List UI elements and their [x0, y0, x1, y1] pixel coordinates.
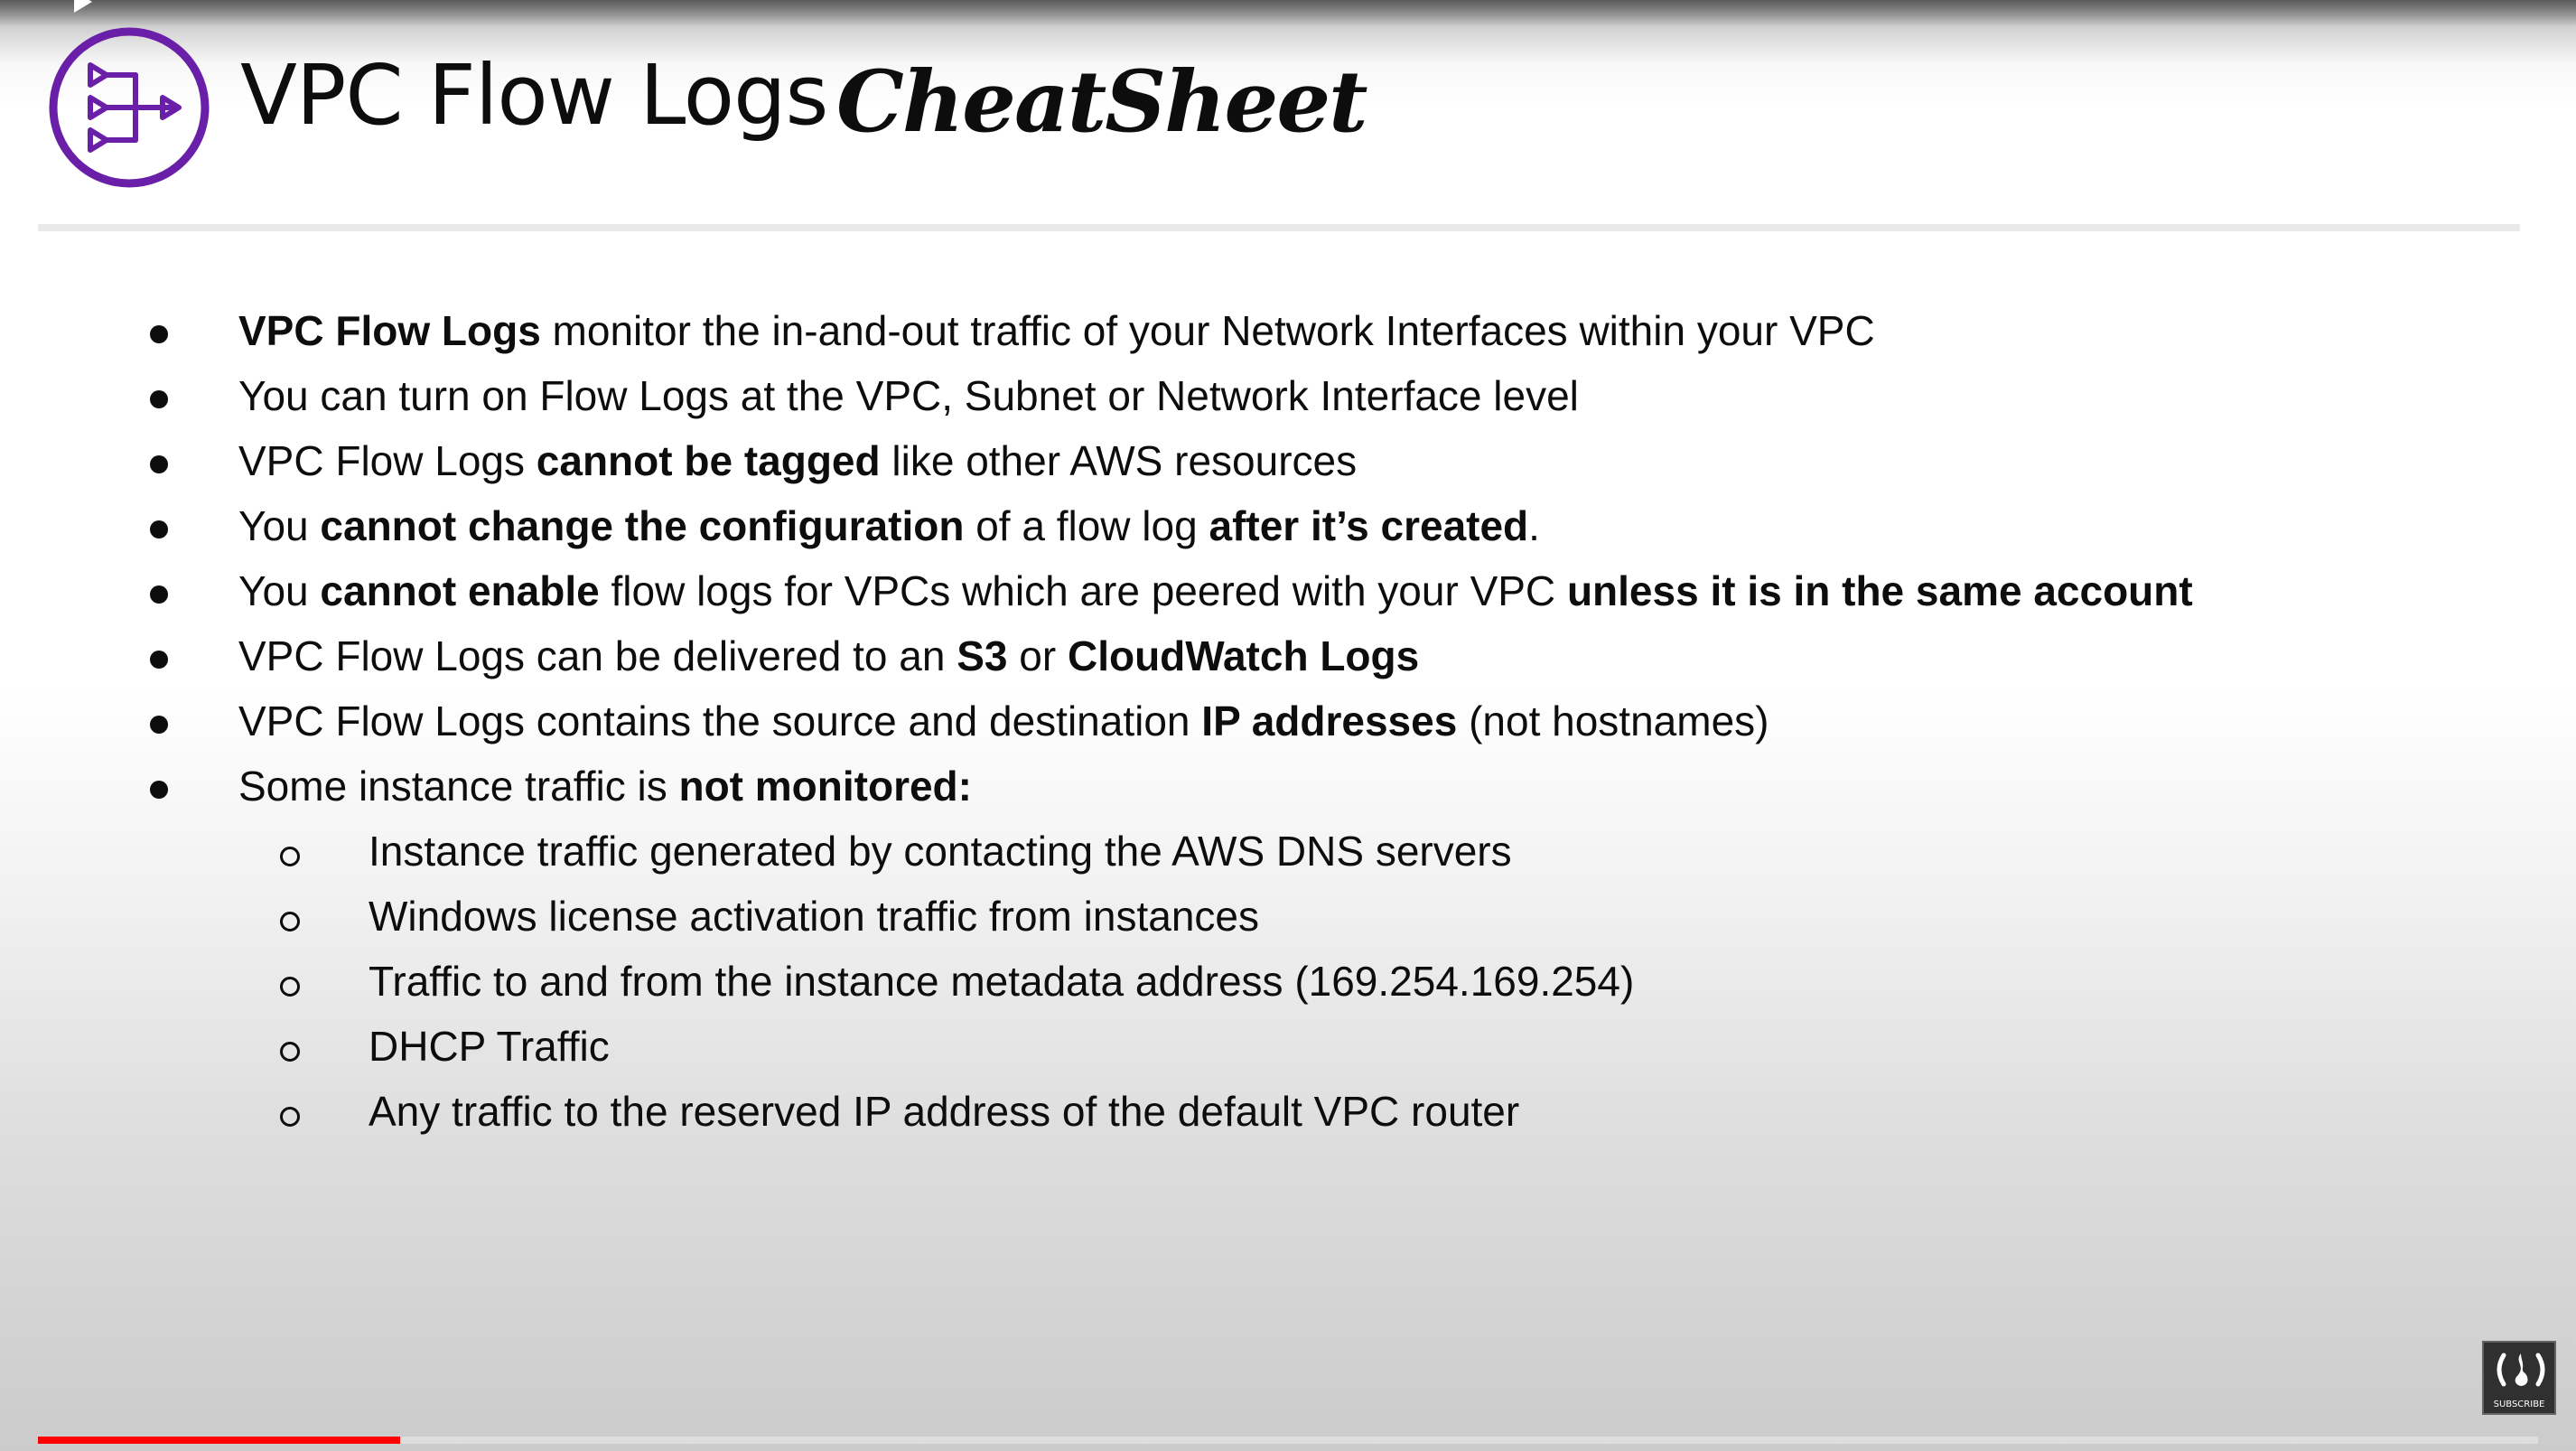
bullet-text-segment: VPC Flow Logs contains the source and de… — [238, 697, 1202, 744]
bullet-text-segment: Instance traffic generated by contacting… — [369, 828, 1512, 875]
bullet-text-segment: VPC Flow Logs — [238, 437, 537, 484]
bullet-item: You can turn on Flow Logs at the VPC, Su… — [0, 363, 2576, 428]
bullet-dot-icon — [150, 781, 168, 799]
bullet-circle-icon — [280, 1042, 300, 1062]
flow-logs-icon — [49, 27, 210, 188]
bullet-dot-icon — [150, 716, 168, 734]
bullet-text-bold: unless it is in the same account — [1566, 567, 2193, 614]
bullet-text: Some instance traffic is not monitored: — [238, 759, 972, 813]
sub-bullet-item: Any traffic to the reserved IP address o… — [0, 1079, 2576, 1144]
bullet-circle-icon — [280, 1107, 300, 1127]
sub-bullet-item: Windows license activation traffic from … — [0, 884, 2576, 949]
bullet-circle-icon — [280, 847, 300, 866]
bullet-text: You can turn on Flow Logs at the VPC, Su… — [238, 369, 1579, 423]
bullet-text: Windows license activation traffic from … — [369, 889, 1259, 943]
bullet-text: VPC Flow Logs contains the source and de… — [238, 694, 1769, 748]
video-progress-track[interactable] — [38, 1437, 2538, 1444]
bullet-text-segment: Windows license activation traffic from … — [369, 893, 1259, 940]
bullet-text-segment: You — [238, 502, 321, 549]
bullet-text: VPC Flow Logs monitor the in-and-out tra… — [238, 304, 1875, 358]
bullet-circle-icon — [280, 912, 300, 931]
bullet-text: Traffic to and from the instance metadat… — [369, 954, 1634, 1008]
sub-bullet-item: Instance traffic generated by contacting… — [0, 819, 2576, 884]
bullet-text-bold: S3 — [957, 632, 1008, 679]
bullet-dot-icon — [150, 390, 168, 408]
bullet-text-segment: like other AWS resources — [880, 437, 1358, 484]
slide-title-script: CheatSheet — [836, 52, 1368, 152]
bullet-text-segment: monitor the in-and-out traffic of your N… — [540, 307, 1875, 354]
bullet-text-bold: cannot enable — [320, 567, 600, 614]
bullet-text-segment: Traffic to and from the instance metadat… — [369, 958, 1635, 1005]
bullet-text: VPC Flow Logs can be delivered to an S3 … — [238, 629, 1419, 683]
bullet-item: VPC Flow Logs contains the source and de… — [0, 688, 2576, 754]
bullet-item: Some instance traffic is not monitored: — [0, 754, 2576, 819]
bullet-text-segment: Some instance traffic is — [238, 763, 679, 810]
freecodecamp-icon — [2497, 1353, 2545, 1387]
bullet-item: You cannot enable flow logs for VPCs whi… — [0, 558, 2576, 623]
bullet-text-bold: VPC Flow Logs — [238, 307, 541, 354]
subscribe-label: SUBSCRIBE — [2493, 1400, 2545, 1409]
bullet-dot-icon — [150, 325, 168, 343]
channel-watermark[interactable]: SUBSCRIBE — [2482, 1341, 2556, 1415]
bullet-item: You cannot change the configuration of a… — [0, 493, 2576, 558]
bullet-text: DHCP Traffic — [369, 1019, 610, 1073]
slide-title: VPC Flow Logs — [240, 47, 828, 144]
bullet-text-bold: after it’s created — [1209, 502, 1529, 549]
sub-bullet-item: DHCP Traffic — [0, 1014, 2576, 1079]
bullet-text-segment: You can turn on Flow Logs at the VPC, Su… — [238, 372, 1579, 419]
bullet-text: Instance traffic generated by contacting… — [369, 824, 1512, 878]
bullet-text-bold: IP addresses — [1201, 697, 1458, 744]
bullet-text: Any traffic to the reserved IP address o… — [369, 1084, 1519, 1138]
bullet-text-bold: cannot be tagged — [536, 437, 881, 484]
bullet-text-segment: Any traffic to the reserved IP address o… — [369, 1088, 1520, 1135]
bullet-text-segment: You — [238, 567, 321, 614]
bullet-dot-icon — [150, 520, 168, 538]
bullet-text-bold: CloudWatch Logs — [1067, 632, 1420, 679]
bullet-text-segment: DHCP Traffic — [369, 1023, 610, 1070]
slide-header: VPC Flow Logs CheatSheet — [0, 0, 2576, 226]
bullet-text-segment: or — [1007, 632, 1068, 679]
bullet-dot-icon — [150, 455, 168, 473]
bullet-item: VPC Flow Logs monitor the in-and-out tra… — [0, 298, 2576, 363]
bullet-dot-icon — [150, 585, 168, 604]
bullet-text-bold: not monitored: — [678, 763, 972, 810]
bullet-item: VPC Flow Logs can be delivered to an S3 … — [0, 623, 2576, 688]
bullet-text: You cannot enable flow logs for VPCs whi… — [238, 564, 2193, 618]
sub-bullet-item: Traffic to and from the instance metadat… — [0, 949, 2576, 1014]
bullet-circle-icon — [280, 977, 300, 997]
bullet-dot-icon — [150, 651, 168, 669]
bullet-text-bold: cannot change the configuration — [320, 502, 965, 549]
bullet-text: You cannot change the configuration of a… — [238, 499, 1540, 553]
bullet-text: VPC Flow Logs cannot be tagged like othe… — [238, 434, 1357, 488]
bullet-list: VPC Flow Logs monitor the in-and-out tra… — [0, 298, 2576, 1144]
video-progress-fill[interactable] — [38, 1437, 400, 1444]
bullet-text-segment: . — [1528, 502, 1540, 549]
bullet-text-segment: VPC Flow Logs can be delivered to an — [238, 632, 957, 679]
bullet-item: VPC Flow Logs cannot be tagged like othe… — [0, 428, 2576, 493]
bullet-text-segment: of a flow log — [964, 502, 1209, 549]
header-divider — [38, 224, 2520, 231]
bullet-text-segment: flow logs for VPCs which are peered with… — [599, 567, 1567, 614]
bullet-text-segment: (not hostnames) — [1457, 697, 1769, 744]
